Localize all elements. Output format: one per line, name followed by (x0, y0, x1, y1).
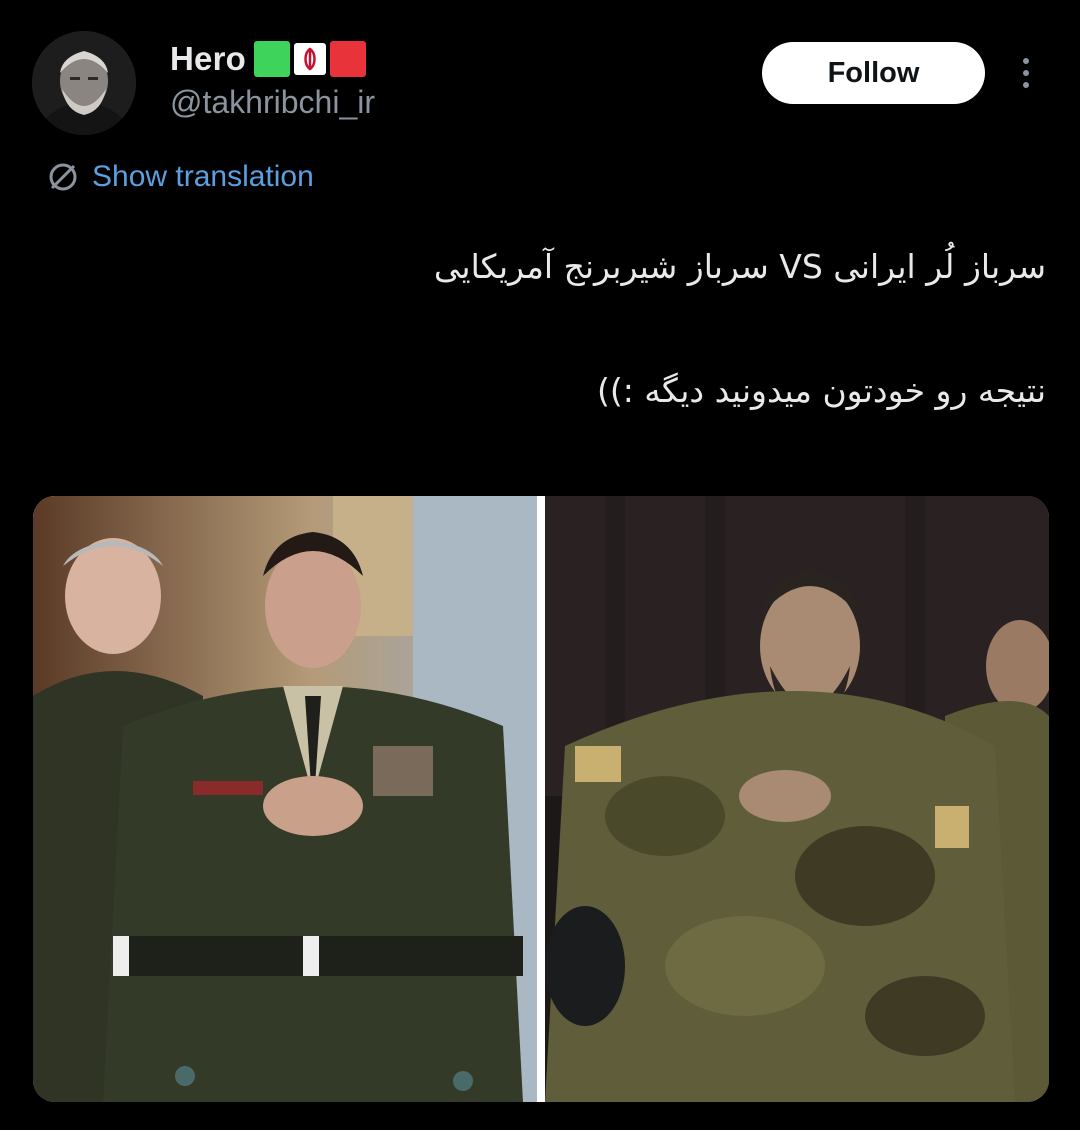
photo-us-soldiers-icon (33, 496, 537, 1102)
more-vertical-icon[interactable] (1010, 52, 1042, 94)
tweet-page: Hero @takhribchi_ir Follow Show translat… (0, 0, 1080, 1130)
tweet-line: نتیجه رو خودتون میدونید دیگه :)) (596, 371, 1046, 410)
photo-iranian-soldiers-icon (545, 496, 1049, 1102)
show-translation-link[interactable]: Show translation (46, 160, 314, 194)
media-image-left[interactable] (33, 496, 537, 1102)
tweet-blank-line (46, 298, 1046, 360)
tweet-line: سرباز لُر ایرانی VS سرباز شیربرنج آمریکا… (433, 247, 1046, 286)
author-display-name[interactable]: Hero (170, 40, 246, 78)
translate-globe-icon (49, 163, 77, 191)
media-image-right[interactable] (545, 496, 1049, 1102)
avatar-portrait-icon (32, 31, 136, 135)
iran-flag-icon (254, 41, 366, 77)
tweet-text: سرباز لُر ایرانی VS سرباز شیربرنج آمریکا… (46, 236, 1046, 422)
follow-button[interactable]: Follow (762, 42, 985, 104)
tweet-media-grid (33, 496, 1049, 1102)
author-handle[interactable]: @takhribchi_ir (170, 84, 375, 121)
show-translation-label: Show translation (92, 160, 314, 193)
author-name-row: Hero (170, 40, 366, 78)
author-avatar[interactable] (32, 31, 136, 135)
